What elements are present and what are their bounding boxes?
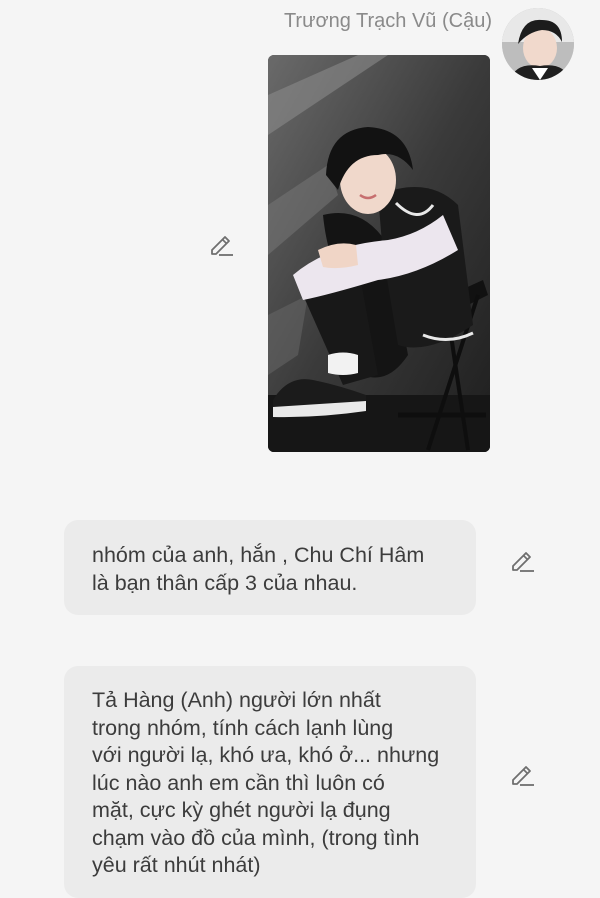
message-text-line: yêu rất nhút nhát) bbox=[92, 853, 261, 877]
message-text-line: Tả Hàng (Anh) người lớn nhất bbox=[92, 688, 381, 712]
message-text-line: chạm vào đồ của mình, (trong tình bbox=[92, 825, 420, 850]
sender-name: Trương Trạch Vũ (Cậu) bbox=[283, 10, 492, 32]
message-text-line: với người lạ, khó ưa, khó ở... nhưng bbox=[92, 743, 440, 767]
message-text-line: trong nhóm, tính cách lạnh lùng bbox=[92, 715, 394, 740]
message-text-line: nhóm của anh, hắn , Chu Chí Hâm bbox=[92, 543, 425, 567]
photo-image bbox=[268, 55, 490, 452]
message-text-line: mặt, cực kỳ ghét người lạ đụng bbox=[92, 798, 391, 822]
message-bubble[interactable]: nhóm của anh, hắn , Chu Chí Hâm là bạn t… bbox=[64, 520, 476, 615]
message-edit-pencil-icon[interactable] bbox=[508, 546, 536, 574]
sender-avatar[interactable] bbox=[502, 8, 574, 80]
message-edit-pencil-icon[interactable] bbox=[508, 760, 536, 788]
photo-message[interactable] bbox=[268, 55, 490, 452]
avatar-image bbox=[502, 8, 574, 80]
message-text-line: lúc nào anh em cần thì luôn có bbox=[92, 770, 385, 795]
message-bubble[interactable]: Tả Hàng (Anh) người lớn nhất trong nhóm,… bbox=[64, 666, 476, 898]
message-text-line: là bạn thân cấp 3 của nhau. bbox=[92, 570, 358, 595]
photo-edit-pencil-icon[interactable] bbox=[207, 230, 235, 258]
